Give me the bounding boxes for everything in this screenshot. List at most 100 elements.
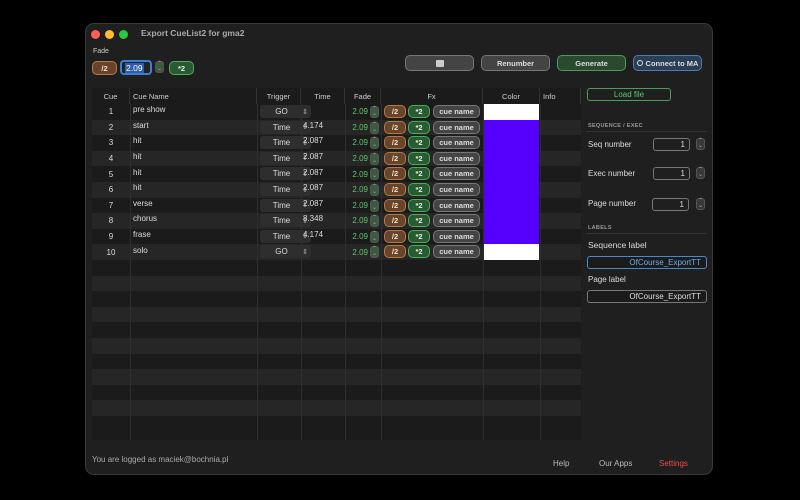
fade-value[interactable]: 2.09 xyxy=(348,104,368,120)
print-button[interactable] xyxy=(405,55,474,71)
column-header-fade[interactable]: Fade xyxy=(345,88,381,104)
time-value[interactable]: 2.087 xyxy=(303,196,343,212)
fade-value[interactable]: 2.09 xyxy=(348,166,368,182)
fade-double-button[interactable]: *2 xyxy=(169,61,194,75)
zoom-button[interactable] xyxy=(119,30,128,39)
fade-value[interactable]: 2.09 xyxy=(348,198,368,214)
fx-half-button[interactable]: /2 xyxy=(384,151,406,165)
table-row[interactable] xyxy=(92,385,581,401)
settings-link[interactable]: Settings xyxy=(659,459,688,468)
fade-stepper[interactable]: ⌃ ⌄ xyxy=(370,106,379,118)
color-swatch[interactable] xyxy=(484,197,539,214)
column-header-cue[interactable]: Cue xyxy=(92,88,130,104)
cue-name-button[interactable]: cue name xyxy=(433,167,480,181)
table-row[interactable] xyxy=(92,354,581,370)
fx-double-button[interactable]: *2 xyxy=(408,136,430,150)
cue-name-button[interactable]: cue name xyxy=(433,120,480,134)
table-row[interactable] xyxy=(92,416,581,432)
fx-double-button[interactable]: *2 xyxy=(408,229,430,243)
fx-double-button[interactable]: *2 xyxy=(408,198,430,212)
fx-double-button[interactable]: *2 xyxy=(408,120,430,134)
table-row[interactable] xyxy=(92,369,581,385)
cue-name[interactable]: solo xyxy=(133,242,253,258)
color-swatch[interactable] xyxy=(484,104,539,120)
fade-value[interactable]: 2.09 xyxy=(348,229,368,245)
table-row[interactable] xyxy=(92,322,581,338)
cue-name[interactable]: verse xyxy=(133,196,253,212)
generate-button[interactable]: Generate xyxy=(557,55,626,71)
color-swatch[interactable] xyxy=(484,119,539,136)
time-value[interactable]: 2.087 xyxy=(303,149,343,165)
connect-button[interactable]: Connect to MA xyxy=(633,55,702,71)
exec-number-input[interactable]: 1 xyxy=(653,167,690,180)
fx-double-button[interactable]: *2 xyxy=(408,214,430,228)
fx-half-button[interactable]: /2 xyxy=(384,229,406,243)
color-swatch[interactable] xyxy=(484,228,539,245)
cue-name-button[interactable]: cue name xyxy=(433,151,480,165)
column-header-info[interactable]: Info xyxy=(540,88,581,104)
time-value[interactable] xyxy=(303,242,343,258)
cue-name[interactable]: start xyxy=(133,118,253,134)
fx-half-button[interactable]: /2 xyxy=(384,105,406,118)
column-header-fx[interactable]: Fx xyxy=(381,88,483,104)
fade-stepper[interactable]: ⌃ ⌄ xyxy=(370,152,379,165)
cue-name-button[interactable]: cue name xyxy=(433,105,480,118)
minimize-button[interactable] xyxy=(105,30,114,39)
color-swatch[interactable] xyxy=(484,166,539,182)
fade-value[interactable]: 2.09 xyxy=(348,120,368,136)
fx-half-button[interactable]: /2 xyxy=(384,245,406,259)
fx-half-button[interactable]: /2 xyxy=(384,136,406,150)
table-row[interactable] xyxy=(92,338,581,354)
time-value[interactable]: 2.087 xyxy=(303,164,343,180)
fade-stepper[interactable]: ⌃ ⌄ xyxy=(370,137,379,150)
page-number-stepper[interactable]: ⌃ ⌄ xyxy=(696,198,705,210)
time-value[interactable]: 8.348 xyxy=(303,211,343,227)
cue-name-button[interactable]: cue name xyxy=(433,214,480,228)
time-value[interactable]: 4.174 xyxy=(303,118,343,134)
table-row[interactable] xyxy=(92,275,581,292)
color-swatch[interactable] xyxy=(484,150,539,167)
color-swatch[interactable] xyxy=(484,135,539,151)
renumber-button[interactable]: Renumber xyxy=(481,55,550,71)
time-value[interactable] xyxy=(303,102,343,118)
fade-stepper[interactable]: ⌃ ⌄ xyxy=(370,230,379,243)
load-file-button[interactable]: Load file xyxy=(587,88,671,101)
table-row[interactable]: 10 solo GO ⇕ 2.09 ⌃ ⌄/2 *2 cue name xyxy=(92,244,581,260)
fx-double-button[interactable]: *2 xyxy=(408,167,430,181)
fade-stepper[interactable]: ⌃ ⌄ xyxy=(370,184,379,196)
table-row[interactable] xyxy=(92,400,581,416)
color-swatch[interactable] xyxy=(484,182,539,198)
exec-number-stepper[interactable]: ⌃ ⌄ xyxy=(696,167,705,179)
seq-number-stepper[interactable]: ⌃ ⌄ xyxy=(696,138,705,150)
fx-double-button[interactable]: *2 xyxy=(408,245,430,259)
cue-name[interactable]: chorus xyxy=(133,211,253,227)
fade-value[interactable]: 2.09 xyxy=(348,135,368,151)
cue-name-button[interactable]: cue name xyxy=(433,198,480,212)
cue-name[interactable]: hit xyxy=(133,180,253,196)
fx-half-button[interactable]: /2 xyxy=(384,120,406,134)
fade-value[interactable]: 2.09 xyxy=(348,182,368,198)
fade-stepper[interactable]: ⌃ ⌄ xyxy=(370,199,379,212)
fx-half-button[interactable]: /2 xyxy=(384,198,406,212)
time-value[interactable]: 2.087 xyxy=(303,133,343,149)
page-label-input[interactable]: OfCourse_ExportTT xyxy=(587,290,707,303)
fx-double-button[interactable]: *2 xyxy=(408,151,430,165)
cue-name-button[interactable]: cue name xyxy=(433,183,480,196)
time-value[interactable]: 2.087 xyxy=(303,180,343,196)
fade-stepper[interactable]: ⌃ ⌄ xyxy=(370,168,379,181)
cue-name-button[interactable]: cue name xyxy=(433,229,480,243)
fx-double-button[interactable]: *2 xyxy=(408,183,430,196)
cue-name[interactable]: frase xyxy=(133,227,253,243)
fade-stepper[interactable]: ⌃ ⌄ xyxy=(370,246,379,259)
cue-name[interactable]: pre show xyxy=(133,102,253,118)
fade-half-button[interactable]: /2 xyxy=(92,61,117,75)
help-link[interactable]: Help xyxy=(553,459,569,468)
close-button[interactable] xyxy=(91,30,100,39)
fade-input[interactable]: 2.09 xyxy=(120,60,152,75)
table-row[interactable] xyxy=(92,306,581,323)
fade-stepper[interactable]: ⌃ ⌄ xyxy=(155,61,164,73)
fade-stepper[interactable]: ⌃ ⌄ xyxy=(370,121,379,134)
fade-stepper[interactable]: ⌃ ⌄ xyxy=(370,215,379,228)
fade-value[interactable]: 2.09 xyxy=(348,213,368,229)
fx-double-button[interactable]: *2 xyxy=(408,105,430,118)
